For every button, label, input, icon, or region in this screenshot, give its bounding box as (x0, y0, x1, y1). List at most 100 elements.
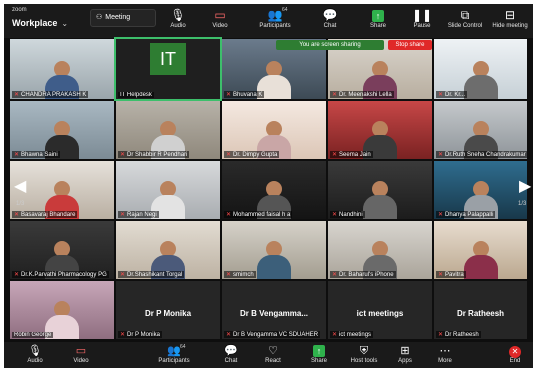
video-tile[interactable]: Robin George (10, 281, 114, 339)
zoom-brand[interactable]: zoom Workplace ⌄ (12, 7, 92, 31)
mic-muted-icon: ✕ (332, 332, 338, 338)
chat-button[interactable]: 💬 Chat (316, 7, 344, 29)
video-label: Video (212, 23, 228, 29)
top-toolbar: zoom Workplace ⌄ ⚇ Meeting 🎙 Audio ▭ Video… (4, 4, 533, 38)
audio-button-bottom[interactable]: 🎙 Audio (22, 344, 48, 364)
participant-name: ✕ Dr. Baharul's iPhone (330, 271, 396, 278)
slide-control-button[interactable]: ⧉ Slide Control (446, 7, 484, 29)
mic-muted-icon: ✕ (332, 92, 338, 98)
microphone-icon: 🎙 (170, 8, 186, 22)
participant-name: ✕ Dr.K.Parvathi Pharmacology PG (12, 271, 109, 278)
participant-figure (463, 241, 498, 279)
video-tile[interactable]: ✕ smimch (222, 221, 326, 279)
video-tile[interactable]: ✕ Pavitra (434, 221, 527, 279)
hide-meeting-label: Hide meeting (492, 23, 528, 29)
pause-label: Pause (413, 23, 431, 29)
video-tile[interactable]: ✕ Dr. Dimpy Gupta (222, 101, 326, 159)
mic-muted-icon: ✕ (226, 92, 232, 98)
brand-name: Workplace (12, 18, 58, 28)
host-tools-button[interactable]: ⛨ Host tools (346, 344, 382, 364)
participant-figure (463, 61, 498, 99)
meeting-label: Meeting (105, 14, 131, 21)
participant-name: ✕ Dr. Kr... (436, 91, 468, 98)
video-tile[interactable]: ✕ Dhanya Palappalli (434, 161, 527, 219)
end-label: End (509, 358, 521, 364)
video-tile-active[interactable]: IT IT Helpdesk (114, 37, 222, 101)
mic-muted-icon: ✕ (438, 212, 444, 218)
mic-muted-icon: ✕ (226, 272, 232, 278)
video-button[interactable]: ▭ Video (206, 7, 234, 29)
apps-button[interactable]: ⊞ Apps (392, 344, 418, 364)
video-tile[interactable]: ✕ Bhawna Saini (10, 101, 114, 159)
mic-muted-icon: ✕ (120, 212, 126, 218)
participants-button-bottom[interactable]: 👥 64 Participants (154, 344, 194, 364)
mic-muted-icon: ✕ (332, 272, 338, 278)
video-tile[interactable]: ✕ Dr.K.Parvathi Pharmacology PG (10, 221, 114, 279)
audio-label: Audio (170, 23, 186, 29)
video-tile[interactable]: ✕ Dr. Baharul's iPhone (328, 221, 432, 279)
share-label: Share (310, 358, 327, 364)
participant-name: ✕ Bhawna Saini (12, 151, 60, 158)
share-button-bottom[interactable]: ↑ Share (306, 344, 332, 364)
video-button-bottom[interactable]: ▭ Video (68, 344, 94, 364)
meeting-info-button[interactable]: ⚇ Meeting (90, 9, 156, 27)
video-tile[interactable]: ✕ CHANDRA PRAKASH K (10, 39, 114, 99)
end-call-icon: ✕ (502, 344, 528, 358)
hide-meeting-icon: ⊟ (504, 8, 516, 22)
participant-name: ✕ Dhanya Palappalli (436, 211, 496, 218)
audio-button[interactable]: 🎙 Audio (164, 7, 192, 29)
participant-name: ✕ Seema Jain (330, 151, 373, 158)
pause-button[interactable]: ❚❚ Pause (408, 7, 436, 29)
share-icon: ↑ (306, 344, 332, 358)
mic-muted-icon: ✕ (226, 332, 232, 338)
video-tile[interactable]: ✕ Mohammed faisal h a (222, 161, 326, 219)
react-label: React (265, 358, 281, 364)
next-page-arrow-icon[interactable]: ▶ (519, 176, 531, 196)
screen-sharing-banner: You are screen sharing (276, 40, 384, 50)
stop-share-button[interactable]: Stop share (388, 40, 432, 50)
mic-muted-icon: ✕ (120, 272, 126, 278)
end-meeting-button[interactable]: ✕ End (502, 344, 528, 364)
microphone-icon: 🎙 (28, 345, 42, 357)
mic-muted-icon: ✕ (226, 212, 232, 218)
mic-muted-icon: ✕ (438, 92, 444, 98)
participants-button[interactable]: 👥 64 Participants (254, 7, 296, 29)
participants-icon: 👥 (267, 8, 283, 22)
participant-name: ✕ Dr P Monika (118, 331, 162, 338)
video-tile[interactable]: ict meetings ✕ ict meetings (328, 281, 432, 339)
mic-muted-icon: ✕ (14, 212, 20, 218)
hide-meeting-button[interactable]: ⊟ Hide meeting (490, 7, 530, 29)
video-tile[interactable]: ✕ Nandhini (328, 161, 432, 219)
share-button[interactable]: ↑ Share (364, 7, 392, 29)
participant-name: ✕ Pavitra (436, 271, 466, 278)
shield-icon: ⛨ (359, 345, 369, 357)
participant-name: IT Helpdesk (118, 92, 154, 98)
video-tile[interactable]: ✕ Seema Jain (328, 101, 432, 159)
participant-name: ✕ Dr Ratheesh (436, 331, 481, 338)
video-tile[interactable]: Dr B Vengamma... ✕ Dr B Vengamma VC SDUAH… (222, 281, 326, 339)
chat-icon: 💬 (322, 8, 338, 22)
video-tile[interactable]: Dr P Monika ✕ Dr P Monika (116, 281, 220, 339)
participant-name: ✕ Mohammed faisal h a (224, 211, 293, 218)
participant-name: ✕ ict meetings (330, 331, 374, 338)
chat-label: Chat (224, 358, 238, 364)
more-button[interactable]: ⋯ More (432, 344, 458, 364)
previous-page-arrow-icon[interactable]: ◀ (14, 176, 26, 196)
participant-display-name: Dr B Vengamma... (239, 309, 309, 318)
slide-control-label: Slide Control (447, 23, 483, 29)
video-tile[interactable]: ✕ Dr Shabbir R Pendhari (116, 101, 220, 159)
participant-name: ✕ Basavaraj Bhandare (12, 211, 78, 218)
video-tile[interactable]: Dr Ratheesh ✕ Dr Ratheesh (434, 281, 527, 339)
participant-figure (363, 181, 397, 219)
participant-display-name: Dr Ratheesh (456, 309, 505, 318)
participant-name: ✕ CHANDRA PRAKASH K (12, 91, 89, 98)
zoom-meeting-window: zoom Workplace ⌄ ⚇ Meeting 🎙 Audio ▭ Video… (4, 4, 533, 368)
video-tile[interactable]: ✕ Rajan Negi (116, 161, 220, 219)
video-label: Video (73, 358, 89, 364)
video-tile[interactable]: ✕ Dr. Kr... (434, 39, 527, 99)
video-tile[interactable]: ✕ Dr.Ruth Sneha Chandrakumar (434, 101, 527, 159)
react-button[interactable]: ♡ React (260, 344, 286, 364)
participant-name: Robin George (12, 332, 54, 338)
chat-button-bottom[interactable]: 💬 Chat (218, 344, 244, 364)
video-tile[interactable]: ✕ Dr.Shashikant Torgal (116, 221, 220, 279)
